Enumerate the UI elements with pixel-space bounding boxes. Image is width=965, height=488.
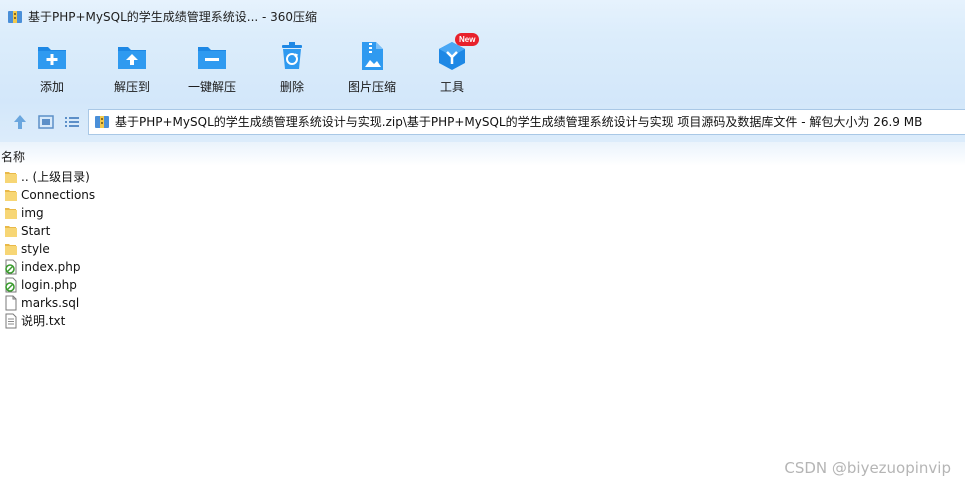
file-name: img (21, 206, 44, 220)
image-compress-label: 图片压缩 (347, 80, 396, 94)
toolbar: 添加 解压到 一键解压 删除 图片压缩 New 工具 (0, 33, 965, 102)
file-name: .. (上级目录) (21, 170, 90, 184)
folder-extract-icon (118, 47, 146, 69)
folder-icon (5, 226, 17, 237)
php-file-icon (5, 277, 17, 293)
php-file-icon (5, 259, 17, 275)
address-bar: 基于PHP+MySQL的学生成绩管理系统设计与实现.zip\基于PHP+MySQ… (0, 102, 965, 142)
folder-add-icon (38, 47, 66, 69)
list-item-readme-txt[interactable]: 说明.txt (0, 312, 965, 330)
list-item-parent-directory[interactable]: .. (上级目录) (0, 168, 965, 186)
one-click-extract-button[interactable]: 一键解压 (177, 38, 247, 100)
text-file-icon (5, 313, 17, 329)
title-bar: 基于PHP+MySQL的学生成绩管理系统设... - 360压缩 (0, 0, 965, 34)
path-field[interactable]: 基于PHP+MySQL的学生成绩管理系统设计与实现.zip\基于PHP+MySQ… (88, 109, 965, 135)
delete-button[interactable]: 删除 (257, 38, 327, 100)
folder-icon (5, 172, 17, 183)
extract-to-label: 解压到 (113, 80, 150, 94)
file-name: 说明.txt (21, 314, 66, 328)
tools-label: 工具 (439, 80, 464, 94)
add-label: 添加 (39, 80, 64, 94)
tools-button[interactable]: New 工具 (417, 33, 487, 100)
file-name: marks.sql (21, 296, 80, 310)
file-name: style (21, 242, 50, 256)
image-compress-icon (362, 42, 383, 70)
list-item-img[interactable]: img (0, 204, 965, 222)
column-header-name[interactable]: 名称 (1, 148, 25, 165)
add-button[interactable]: 添加 (17, 38, 87, 100)
file-name: Start (21, 224, 51, 238)
folder-icon (5, 244, 17, 255)
list-item-connections[interactable]: Connections (0, 186, 965, 204)
folder-icon (5, 190, 17, 201)
list-item-style[interactable]: style (0, 240, 965, 258)
generic-file-icon (5, 295, 17, 311)
extract-to-button[interactable]: 解压到 (97, 38, 167, 100)
window-title: 基于PHP+MySQL的学生成绩管理系统设... - 360压缩 (28, 10, 318, 24)
file-name: login.php (21, 278, 77, 292)
image-compress-button[interactable]: 图片压缩 (337, 38, 407, 100)
up-arrow-icon[interactable] (11, 113, 29, 131)
folder-icon (5, 208, 17, 219)
file-name: index.php (21, 260, 81, 274)
new-badge: New (455, 33, 480, 46)
archive-window: 基于PHP+MySQL的学生成绩管理系统设... - 360压缩 添加 解压到 (0, 0, 965, 488)
delete-label: 删除 (279, 80, 304, 94)
archive-path: 基于PHP+MySQL的学生成绩管理系统设计与实现.zip\基于PHP+MySQ… (115, 115, 923, 129)
one-click-extract-label: 一键解压 (187, 80, 236, 94)
zip-file-icon (95, 116, 109, 128)
list-item-login-php[interactable]: login.php (0, 276, 965, 294)
thumbnail-view-icon[interactable] (37, 113, 55, 131)
list-item-start[interactable]: Start (0, 222, 965, 240)
zip-archive-icon (8, 11, 22, 23)
file-name: Connections (21, 188, 96, 202)
csdn-watermark: CSDN @biyezuopinvip (784, 459, 951, 477)
folder-minus-icon (198, 47, 226, 69)
list-view-icon[interactable] (63, 113, 81, 131)
file-list: .. (上级目录) Connections img Start style in… (0, 168, 965, 330)
list-item-index-php[interactable]: index.php (0, 258, 965, 276)
list-header: 名称 (0, 142, 965, 166)
recycle-bin-icon (282, 42, 302, 69)
list-item-marks-sql[interactable]: marks.sql (0, 294, 965, 312)
